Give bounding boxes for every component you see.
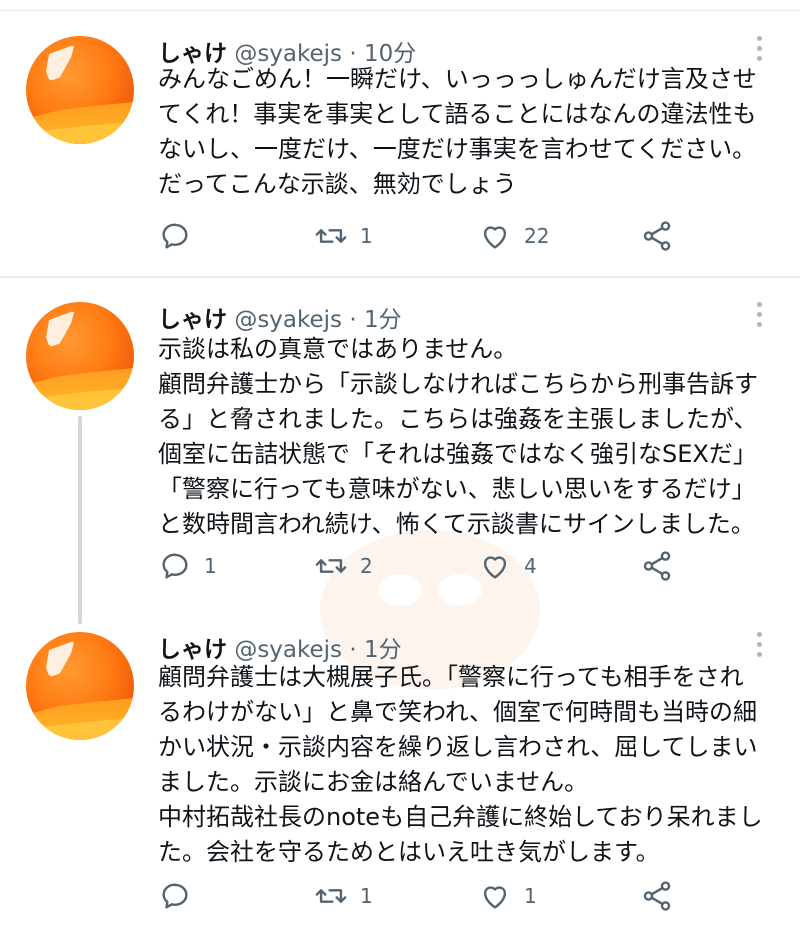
like-button[interactable]: 22	[478, 216, 549, 256]
tweet-text-line: 個室に缶詰状態で「それは強姦ではなく強引なSEXだ」	[158, 440, 757, 468]
avatar[interactable]	[26, 632, 134, 740]
tweet-text-line: る」と脅されました。こちらは強姦を主張しましたが、	[158, 405, 758, 433]
share-button[interactable]	[640, 546, 674, 586]
retweet-count: 1	[360, 224, 373, 248]
reply-count: 1	[204, 554, 217, 578]
tweet-2[interactable]: しゃけ @syakejs · 1分 示談は私の真意ではありません。 顧問弁護士か…	[0, 278, 800, 608]
tweet-text-line: 「警察に行っても意味がない、悲しい思いをするだけ」	[158, 475, 756, 503]
like-button[interactable]: 4	[478, 546, 537, 586]
tweet-text-line: ました。示談にお金は絡んでいません。	[158, 768, 589, 796]
retweet-count: 2	[360, 554, 373, 578]
tweet-text: 顧問弁護士は大槻展子氏。「警察に行っても相手をされ るわけがない」と鼻で笑われ、…	[158, 660, 778, 870]
share-button[interactable]	[640, 876, 674, 916]
share-icon	[643, 221, 671, 251]
avatar[interactable]	[26, 36, 134, 144]
retweet-button[interactable]: 1	[314, 216, 373, 256]
tweet-text: 示談は私の真意ではありません。 顧問弁護士から「示談しなければこちらから刑事告訴…	[158, 332, 778, 542]
reply-button[interactable]: 1	[158, 546, 217, 586]
reply-icon	[162, 553, 188, 579]
retweet-icon	[315, 559, 347, 573]
tweet-text-line: 示談は私の真意ではありません。	[158, 335, 518, 363]
more-icon[interactable]	[752, 632, 766, 662]
tweet-header: しゃけ @syakejs · 1分	[158, 630, 402, 664]
share-button[interactable]	[640, 216, 674, 256]
tweet-text-line: 顧問弁護士は大槻展子氏。「警察に行っても相手をされ	[158, 663, 744, 691]
display-name[interactable]: しゃけ	[158, 307, 227, 333]
tweet-3[interactable]: しゃけ @syakejs · 1分 顧問弁護士は大槻展子氏。「警察に行っても相手…	[0, 608, 800, 927]
retweet-count: 1	[360, 884, 373, 908]
tweet-text-line: てくれ！事実を事実として語ることにはなんの違法性も	[158, 100, 757, 128]
like-icon	[483, 556, 507, 579]
tweet-text-line: と数時間言われ続け、怖くて示談書にサインしました。	[158, 510, 755, 538]
retweet-icon	[315, 889, 347, 903]
retweet-icon	[315, 229, 347, 243]
reply-button[interactable]	[158, 216, 204, 256]
user-handle[interactable]: @syakejs	[234, 307, 342, 333]
share-icon	[643, 881, 671, 911]
more-icon[interactable]	[752, 302, 766, 332]
action-bar: 1 22	[158, 216, 778, 256]
tweet-text-line: だってこんな示談、無効でしょう	[158, 170, 517, 198]
reply-button[interactable]	[158, 876, 204, 916]
tweet-text-line: みんなごめん！一瞬だけ、いっっっしゅんだけ言及させ	[158, 65, 757, 93]
retweet-button[interactable]: 1	[314, 876, 373, 916]
like-count: 1	[524, 884, 537, 908]
timestamp[interactable]: 1分	[364, 307, 402, 333]
action-bar: 1 1	[158, 876, 778, 916]
tweet-text-line: た。会社を守るためとはいえ吐き気がします。	[158, 838, 660, 866]
tweet-text-line: ないし、一度だけ、一度だけ事実を言わせてください。	[158, 135, 757, 163]
like-icon	[483, 886, 507, 909]
reply-icon	[162, 883, 188, 909]
tweet-text-line: かい状況・示談内容を繰り返し言わされ、屈してしまい	[158, 733, 758, 761]
like-button[interactable]: 1	[478, 876, 537, 916]
avatar[interactable]	[26, 302, 134, 410]
like-count: 4	[524, 554, 537, 578]
share-icon	[643, 551, 671, 581]
tweet-text-line: 中村拓哉社長のnoteも自己弁護に終始しており呆れまし	[158, 803, 763, 831]
header-separator: ·	[349, 307, 357, 333]
tweet-header: しゃけ @syakejs · 1分	[158, 300, 402, 334]
tweet-1[interactable]: しゃけ @syakejs · 10分 みんなごめん！一瞬だけ、いっっっしゅんだけ…	[0, 0, 800, 276]
tweet-text: みんなごめん！一瞬だけ、いっっっしゅんだけ言及させ てくれ！事実を事実として語る…	[158, 62, 778, 202]
reply-icon	[162, 223, 188, 249]
like-icon	[483, 226, 507, 249]
action-bar: 1 2 4	[158, 546, 778, 586]
like-count: 22	[524, 224, 550, 248]
retweet-button[interactable]: 2	[314, 546, 373, 586]
tweet-text-line: るわけがない」と鼻で笑われ、個室で何時間も当時の細	[158, 698, 758, 726]
tweet-text-line: 顧問弁護士から「示談しなければこちらから刑事告訴す	[158, 370, 758, 398]
